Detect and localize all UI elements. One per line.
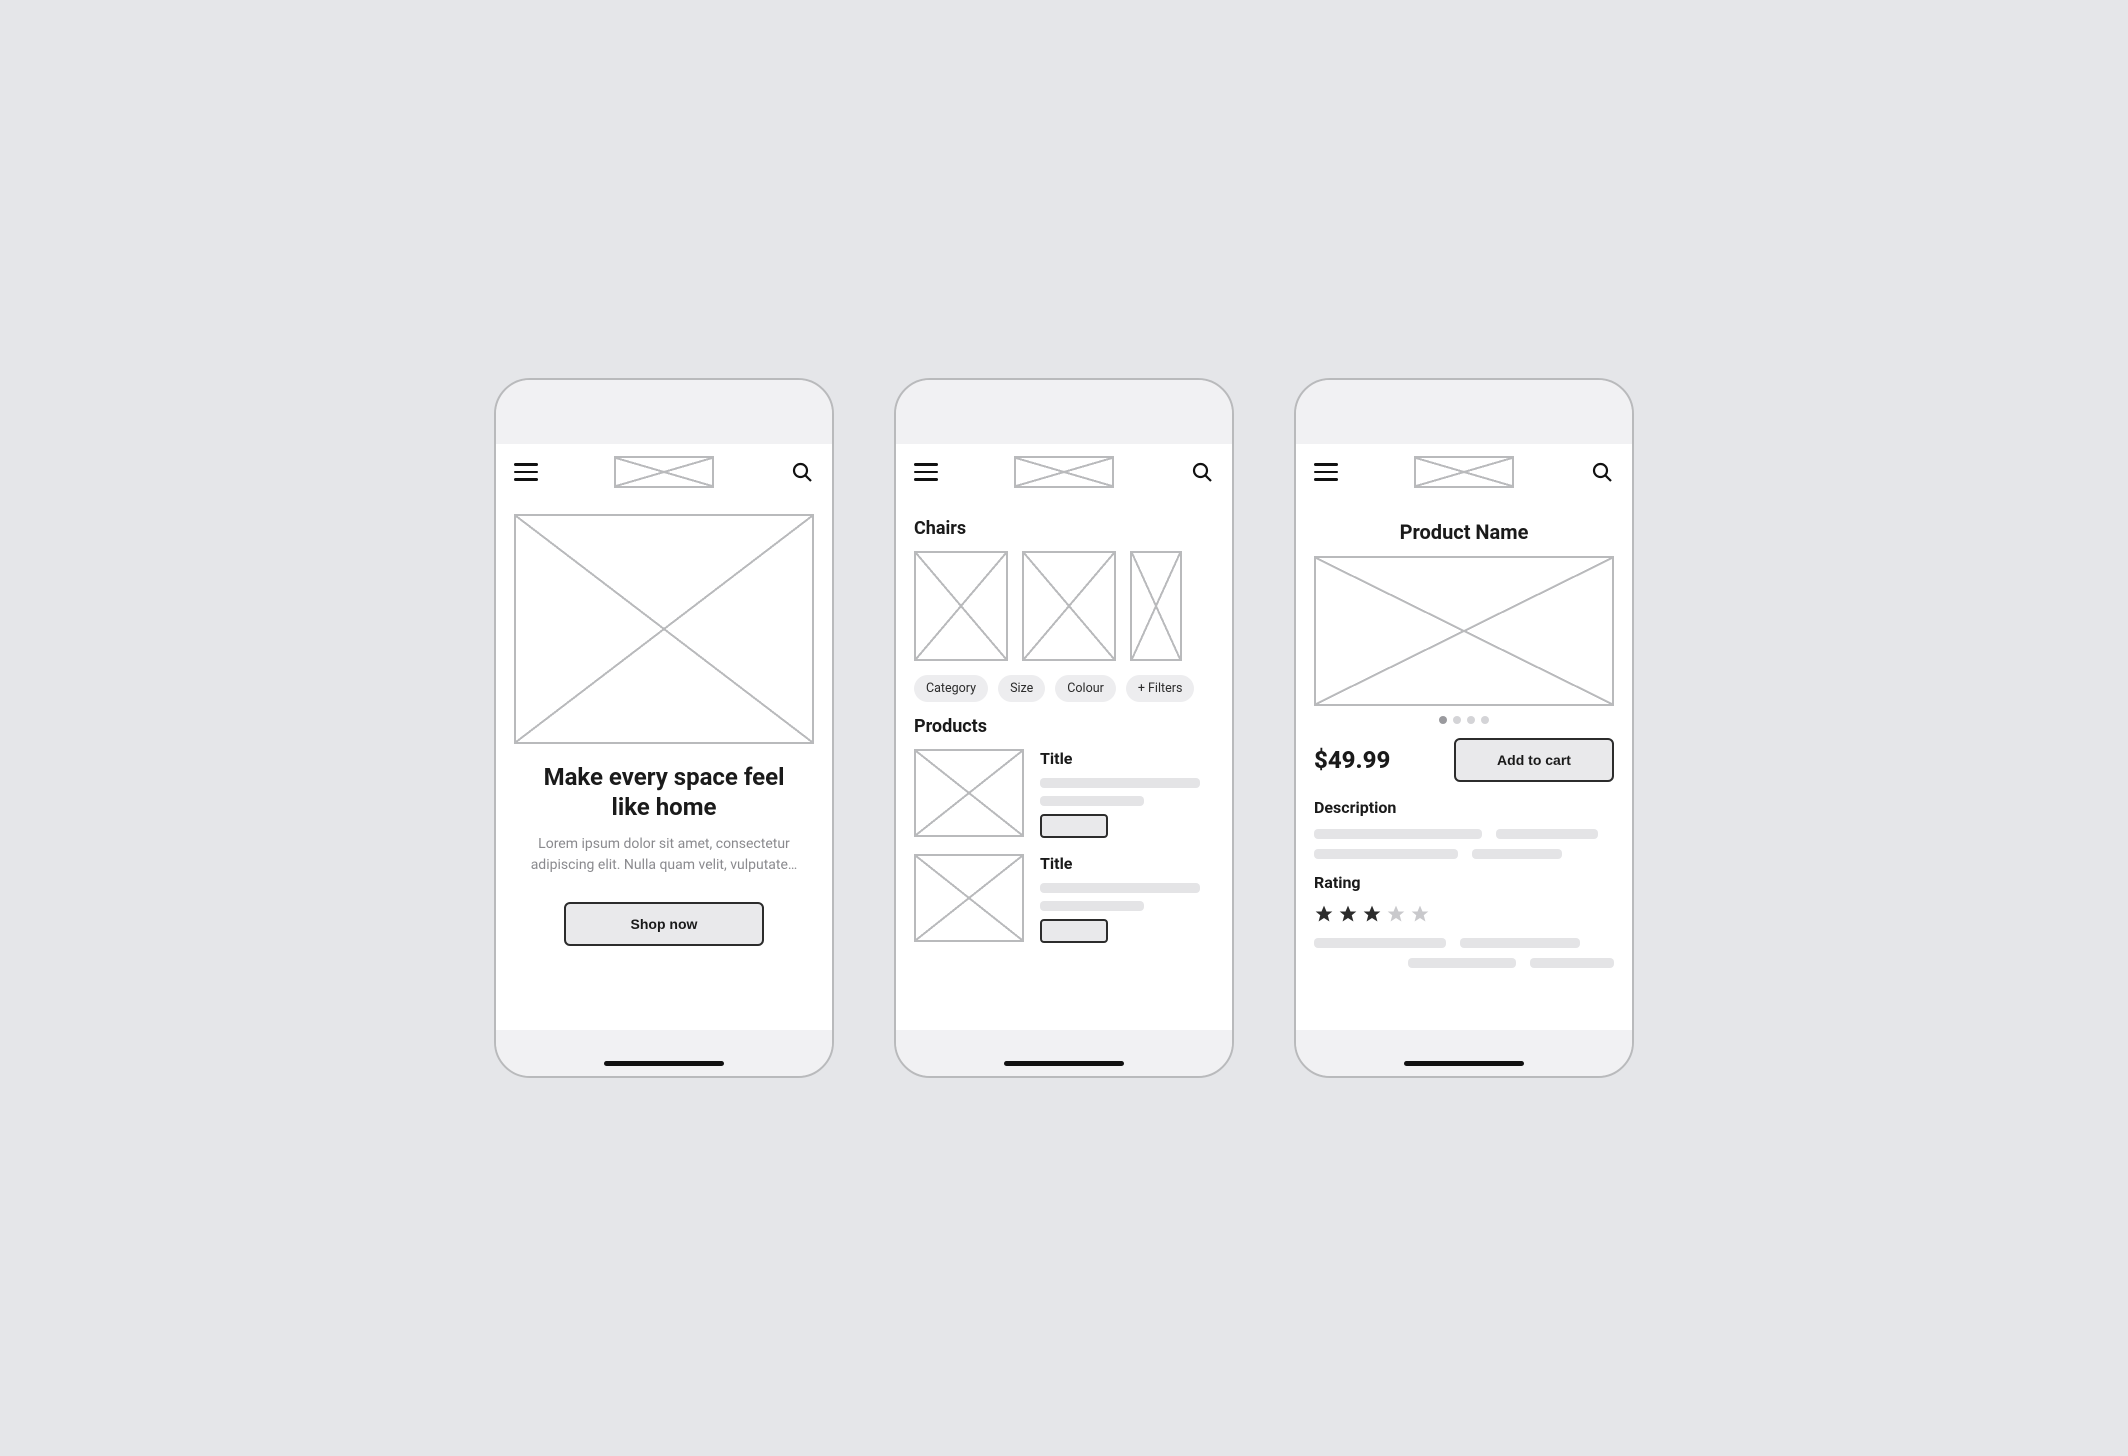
featured-tile[interactable]: [914, 551, 1008, 661]
product-thumb-placeholder: [914, 854, 1024, 942]
carousel-dot[interactable]: [1467, 716, 1475, 724]
home-content: Make every space feel like home Lorem ip…: [496, 500, 832, 1030]
product-title: Title: [1040, 749, 1214, 768]
carousel-dot[interactable]: [1439, 716, 1447, 724]
rating-stars[interactable]: [1314, 904, 1614, 924]
rating-label: Rating: [1314, 873, 1614, 892]
hero-subtitle: Lorem ipsum dolor sit amet, consectetur …: [514, 834, 814, 876]
phone-frame-category: Chairs Category Size Colour + Filters Pr…: [894, 378, 1234, 1078]
description-skeleton: [1314, 849, 1614, 859]
featured-tile[interactable]: [1130, 551, 1182, 661]
featured-carousel[interactable]: [914, 551, 1214, 661]
filter-pill-colour[interactable]: Colour: [1055, 675, 1116, 702]
product-list-item[interactable]: Title: [914, 749, 1214, 838]
description-skeleton: [1314, 829, 1614, 839]
hamburger-menu-icon[interactable]: [514, 463, 538, 481]
product-meta: Title: [1040, 749, 1214, 838]
text-skeleton: [1040, 901, 1144, 911]
logo-placeholder: [1014, 456, 1114, 488]
product-thumb-placeholder: [914, 749, 1024, 837]
phone-frame-home: Make every space feel like home Lorem ip…: [494, 378, 834, 1078]
text-skeleton: [1040, 796, 1144, 806]
price-row: $49.99 Add to cart: [1314, 738, 1614, 782]
product-action-button[interactable]: [1040, 919, 1108, 943]
product-title: Title: [1040, 854, 1214, 873]
star-icon: [1338, 904, 1358, 924]
footer-spacer: [896, 1030, 1232, 1076]
logo-placeholder: [1414, 456, 1514, 488]
star-icon: [1362, 904, 1382, 924]
star-icon: [1314, 904, 1334, 924]
search-icon[interactable]: [1590, 460, 1614, 484]
footer-spacer: [496, 1030, 832, 1076]
footer-spacer: [1296, 1030, 1632, 1076]
rating-skeleton: [1314, 938, 1614, 948]
search-icon[interactable]: [1190, 460, 1214, 484]
description-label: Description: [1314, 798, 1614, 817]
product-price: $49.99: [1314, 746, 1390, 774]
carousel-indicator: [1314, 716, 1614, 724]
hamburger-menu-icon[interactable]: [914, 463, 938, 481]
star-icon: [1386, 904, 1406, 924]
status-bar: [896, 380, 1232, 444]
logo-placeholder: [614, 456, 714, 488]
search-icon[interactable]: [790, 460, 814, 484]
product-name: Product Name: [1314, 520, 1614, 544]
filter-pill-category[interactable]: Category: [914, 675, 988, 702]
home-indicator: [604, 1061, 724, 1066]
product-action-button[interactable]: [1040, 814, 1108, 838]
filter-pill-more[interactable]: + Filters: [1126, 675, 1195, 702]
category-title: Chairs: [914, 518, 1214, 539]
app-header: [1296, 444, 1632, 500]
product-image-placeholder[interactable]: [1314, 556, 1614, 706]
category-content: Chairs Category Size Colour + Filters Pr…: [896, 500, 1232, 1030]
status-bar: [496, 380, 832, 444]
carousel-dot[interactable]: [1481, 716, 1489, 724]
app-header: [896, 444, 1232, 500]
app-header: [496, 444, 832, 500]
star-icon: [1410, 904, 1430, 924]
product-list-item[interactable]: Title: [914, 854, 1214, 943]
hero-title: Make every space feel like home: [514, 762, 814, 822]
rating-skeleton: [1314, 958, 1614, 968]
product-meta: Title: [1040, 854, 1214, 943]
home-indicator: [1004, 1061, 1124, 1066]
featured-tile[interactable]: [1022, 551, 1116, 661]
text-skeleton: [1040, 778, 1200, 788]
shop-now-button[interactable]: Shop now: [564, 902, 764, 946]
filter-pills: Category Size Colour + Filters: [914, 675, 1214, 702]
filter-pill-size[interactable]: Size: [998, 675, 1045, 702]
product-content: Product Name $49.99 Add to cart Descript…: [1296, 500, 1632, 1030]
text-skeleton: [1040, 883, 1200, 893]
products-heading: Products: [914, 716, 1214, 737]
carousel-dot[interactable]: [1453, 716, 1461, 724]
hero-image-placeholder: [514, 514, 814, 744]
phone-frame-product: Product Name $49.99 Add to cart Descript…: [1294, 378, 1634, 1078]
add-to-cart-button[interactable]: Add to cart: [1454, 738, 1614, 782]
hamburger-menu-icon[interactable]: [1314, 463, 1338, 481]
status-bar: [1296, 380, 1632, 444]
wireframe-stage: Make every space feel like home Lorem ip…: [454, 338, 1674, 1118]
home-indicator: [1404, 1061, 1524, 1066]
